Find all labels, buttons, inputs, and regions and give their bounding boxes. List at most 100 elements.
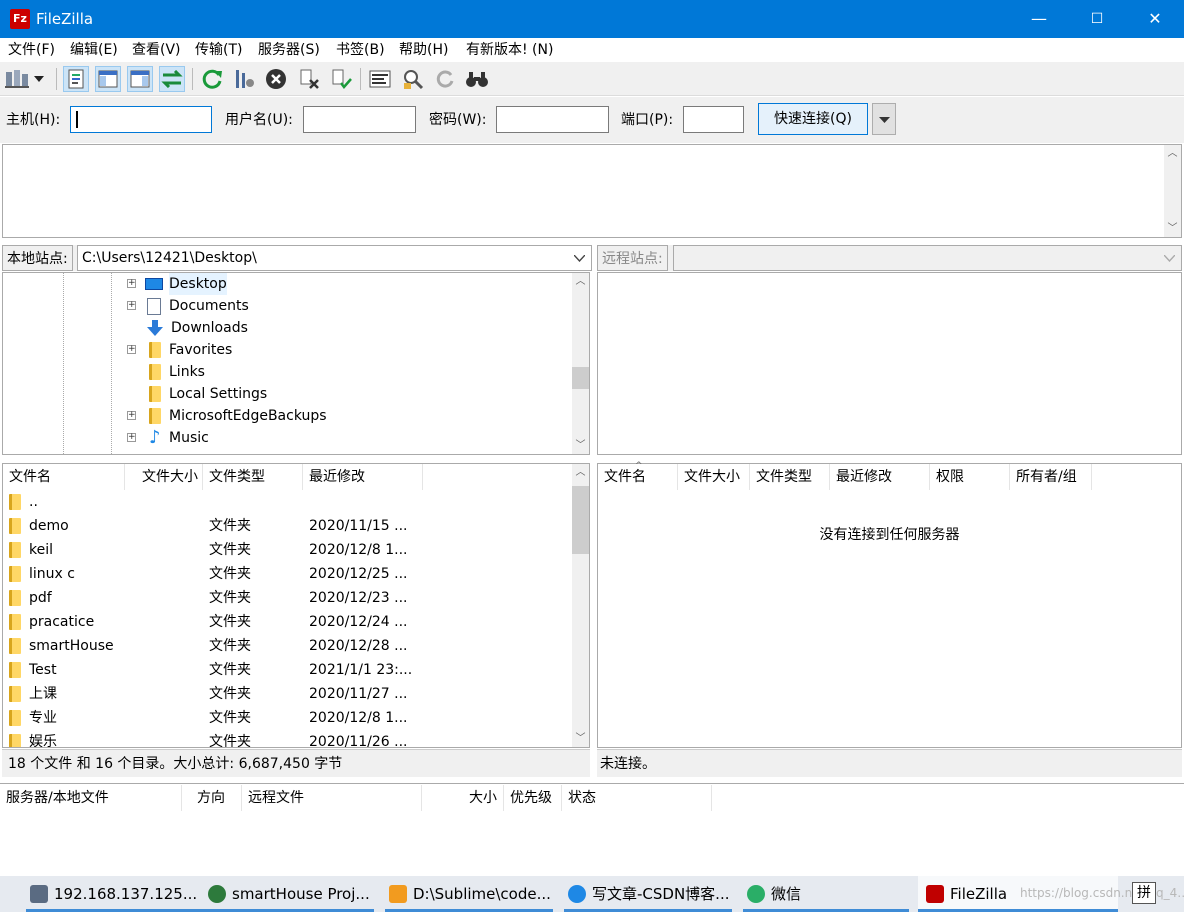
cancel-icon[interactable]: [263, 66, 289, 92]
queue-column-direction[interactable]: 方向: [182, 785, 242, 811]
username-input[interactable]: [303, 106, 416, 133]
password-input[interactable]: [496, 106, 609, 133]
compare-icon[interactable]: [400, 66, 426, 92]
directory-listing-filter-icon[interactable]: [367, 66, 393, 92]
tree-item-microsoftedgebackups[interactable]: + MicrosoftEdgeBackups: [123, 405, 327, 427]
title-bar[interactable]: Fz FileZilla — ☐ ✕: [0, 0, 1184, 38]
table-row[interactable]: pdf 文件夹 2020/12/23 ...: [3, 586, 568, 610]
toggle-remote-tree-icon[interactable]: [127, 66, 153, 92]
local-file-list[interactable]: 文件名 ^ 文件大小 文件类型 最近修改 .. demo 文件夹 2020/11/15…: [2, 463, 590, 748]
expand-icon[interactable]: +: [127, 279, 136, 288]
local-list-scrollbar[interactable]: ︿ ﹀: [572, 464, 589, 747]
minimize-button[interactable]: —: [1010, 0, 1068, 38]
toggle-log-icon[interactable]: [63, 66, 89, 92]
local-path-combo[interactable]: C:\Users\12421\Desktop\: [77, 245, 592, 271]
expand-icon[interactable]: +: [127, 345, 136, 354]
tree-item-desktop[interactable]: + Desktop: [123, 273, 227, 295]
reconnect-icon[interactable]: [328, 66, 354, 92]
refresh-icon[interactable]: [199, 66, 225, 92]
column-modified[interactable]: 最近修改: [830, 464, 930, 490]
quickconnect-history-dropdown[interactable]: [872, 103, 896, 135]
taskbar-item-sublime[interactable]: D:\Sublime\code...: [385, 876, 553, 912]
toggle-local-tree-icon[interactable]: [95, 66, 121, 92]
menu-file[interactable]: 文件(F): [8, 41, 55, 59]
tree-item-documents[interactable]: + Documents: [123, 295, 249, 317]
transfer-queue[interactable]: 服务器/本地文件 方向 远程文件 大小 优先级 状态: [0, 783, 1184, 876]
column-permissions[interactable]: 权限: [930, 464, 1010, 490]
menu-help[interactable]: 帮助(H): [399, 41, 448, 59]
sync-browse-icon[interactable]: [432, 66, 458, 92]
table-row[interactable]: Test 文件夹 2021/1/1 23:...: [3, 658, 568, 682]
scroll-up-icon[interactable]: ︿: [572, 464, 589, 481]
queue-column-status[interactable]: 状态: [562, 785, 712, 811]
local-directory-tree[interactable]: + Desktop + Documents Downloads + Favori…: [2, 272, 590, 455]
table-row[interactable]: pracatice 文件夹 2020/12/24 ...: [3, 610, 568, 634]
menu-view[interactable]: 查看(V): [132, 41, 181, 59]
tree-item-favorites[interactable]: + Favorites: [123, 339, 232, 361]
process-queue-icon[interactable]: [231, 66, 257, 92]
queue-column-remote-file[interactable]: 远程文件: [242, 785, 422, 811]
toggle-queue-icon[interactable]: [159, 66, 185, 92]
menu-edit[interactable]: 编辑(E): [70, 41, 118, 59]
tree-item-links[interactable]: Links: [123, 361, 205, 383]
column-filesize[interactable]: 文件大小: [678, 464, 750, 490]
scroll-up-icon[interactable]: ︿: [1164, 145, 1181, 162]
tree-item-label: Music: [169, 430, 209, 446]
ime-indicator[interactable]: 拼: [1132, 882, 1156, 904]
tree-item-downloads[interactable]: Downloads: [123, 317, 248, 339]
expand-icon[interactable]: +: [127, 433, 136, 442]
table-row[interactable]: 上课 文件夹 2020/11/27 ...: [3, 682, 568, 706]
taskbar-item-smarthouse[interactable]: smartHouse Proj...: [208, 876, 374, 912]
file-name-cell: smartHouse: [9, 634, 125, 658]
port-input[interactable]: [683, 106, 744, 133]
scroll-down-icon[interactable]: ﹀: [1164, 220, 1181, 237]
scroll-thumb[interactable]: [572, 367, 589, 389]
tree-item-music[interactable]: + ♪ Music: [123, 427, 209, 449]
column-owner-group[interactable]: 所有者/组: [1010, 464, 1092, 490]
host-input[interactable]: [70, 106, 212, 133]
queue-column-size[interactable]: 大小: [422, 785, 504, 811]
remote-path-combo[interactable]: [673, 245, 1182, 271]
site-manager-icon[interactable]: [4, 66, 30, 92]
menu-new-version[interactable]: 有新版本! (N): [466, 41, 553, 59]
table-row[interactable]: 娱乐 文件夹 2020/11/26 ...: [3, 730, 568, 747]
remote-directory-tree[interactable]: [597, 272, 1182, 455]
maximize-button[interactable]: ☐: [1068, 0, 1126, 38]
taskbar-item-wechat[interactable]: 微信: [743, 876, 909, 912]
table-row[interactable]: smartHouse 文件夹 2020/12/28 ...: [3, 634, 568, 658]
column-filesize[interactable]: 文件大小: [125, 464, 203, 490]
taskbar-item-label: 写文章-CSDN博客...: [592, 885, 730, 903]
table-row[interactable]: demo 文件夹 2020/11/15 ...: [3, 514, 568, 538]
disconnect-icon[interactable]: [296, 66, 322, 92]
tree-item-local-settings[interactable]: Local Settings: [123, 383, 267, 405]
chevron-down-icon[interactable]: [574, 255, 585, 262]
expand-icon[interactable]: +: [127, 411, 136, 420]
menu-transfer[interactable]: 传输(T): [195, 41, 242, 59]
menu-bookmarks[interactable]: 书签(B): [336, 41, 385, 59]
close-button[interactable]: ✕: [1126, 0, 1184, 38]
scroll-down-icon[interactable]: ﹀: [572, 437, 589, 454]
scroll-thumb[interactable]: [572, 486, 589, 554]
quickconnect-button[interactable]: 快速连接(Q): [758, 103, 868, 135]
log-scrollbar[interactable]: ︿ ﹀: [1164, 145, 1181, 237]
expand-icon[interactable]: +: [127, 301, 136, 310]
taskbar-item-edge[interactable]: 写文章-CSDN博客...: [564, 876, 732, 912]
queue-column-server-local-file[interactable]: 服务器/本地文件: [0, 785, 182, 811]
scroll-up-icon[interactable]: ︿: [572, 273, 589, 290]
table-row[interactable]: keil 文件夹 2020/12/8 1...: [3, 538, 568, 562]
column-modified[interactable]: 最近修改: [303, 464, 423, 490]
table-row[interactable]: ..: [3, 490, 568, 514]
queue-column-priority[interactable]: 优先级: [504, 785, 562, 811]
search-icon[interactable]: [464, 66, 490, 92]
remote-file-list[interactable]: 文件名 ^ 文件大小 文件类型 最近修改 权限 所有者/组 没有连接到任何服务器: [597, 461, 1182, 748]
scroll-down-icon[interactable]: ﹀: [572, 730, 589, 747]
column-filetype[interactable]: 文件类型: [203, 464, 303, 490]
dropdown-arrow-icon[interactable]: [32, 66, 46, 92]
menu-server[interactable]: 服务器(S): [258, 41, 320, 59]
chevron-down-icon[interactable]: [1164, 255, 1175, 262]
message-log[interactable]: ︿ ﹀: [2, 144, 1182, 238]
table-row[interactable]: 专业 文件夹 2020/12/8 1...: [3, 706, 568, 730]
table-row[interactable]: linux c 文件夹 2020/12/25 ...: [3, 562, 568, 586]
column-filetype[interactable]: 文件类型: [750, 464, 830, 490]
local-tree-scrollbar[interactable]: ︿ ﹀: [572, 273, 589, 454]
